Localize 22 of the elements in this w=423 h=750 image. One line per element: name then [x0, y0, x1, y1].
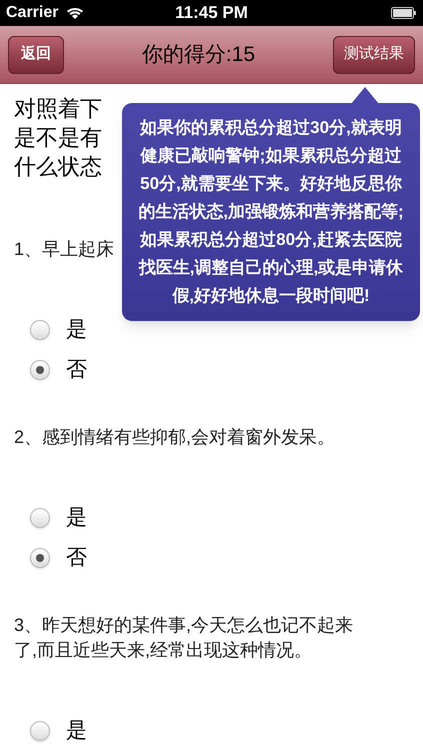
option-label: 是 — [66, 505, 87, 531]
radio-option[interactable]: 是 — [30, 502, 87, 533]
intro-text: 什么状态 — [14, 153, 102, 181]
question-text: 3、昨天想好的某件事,今天怎么也记不起来了,而且近些天来,经常出现这种情况。 — [14, 614, 354, 662]
carrier-label: Carrier — [6, 3, 58, 23]
question-text: 2、感到情绪有些抑郁,会对着窗外发呆。 — [14, 426, 336, 449]
radio-option[interactable]: 是 — [30, 715, 87, 746]
radio-option[interactable]: 否 — [30, 354, 87, 385]
result-explanation: 如果你的累积总分超过30分,就表明健康已敲响警钟;如果累积总分超过50分,就需要坐下来。好好地反思你的生活状态,加强锻炼和营养搭配等;如果累积总分超过80分,赶紧去医院找医生,调整自己的心理,或是申请休假,好好地休息一段时间吧! — [137, 117, 405, 307]
question-text: 1、早上起床 — [14, 238, 114, 261]
radio-option[interactable]: 是 — [30, 314, 87, 345]
intro-text: 对照着下 — [14, 95, 102, 123]
score-title: 你的得分:15 — [142, 42, 256, 68]
clock: 11:45 PM — [175, 2, 248, 24]
radio-option[interactable]: 否 — [30, 542, 87, 573]
back-button[interactable]: 返回 — [8, 36, 64, 74]
test-result-button[interactable]: 测试结果 — [332, 36, 415, 74]
option-label: 是 — [66, 317, 87, 343]
option-label: 是 — [66, 718, 87, 744]
intro-text: 是不是有 — [14, 124, 102, 152]
option-label: 否 — [66, 357, 87, 383]
option-label: 否 — [66, 545, 87, 571]
